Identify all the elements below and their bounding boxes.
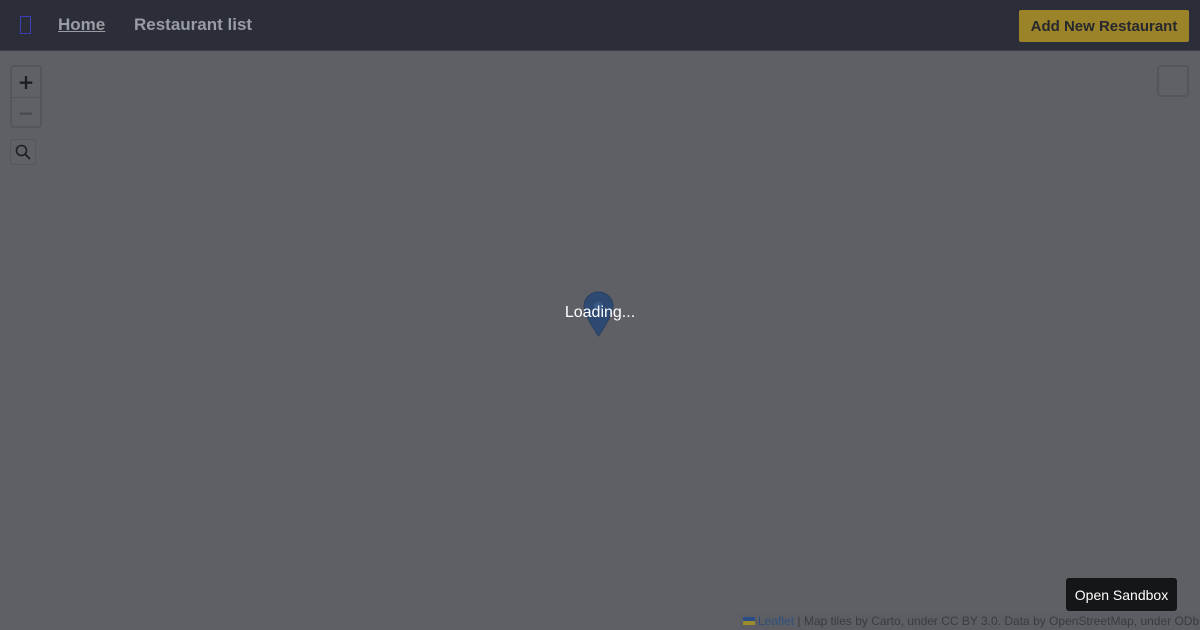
leaflet-link[interactable]: Leaflet	[758, 614, 794, 628]
nav-link-home[interactable]: Home	[58, 15, 105, 35]
loading-text: Loading...	[564, 304, 636, 321]
open-sandbox-button[interactable]: Open Sandbox	[1066, 578, 1177, 611]
top-navigation-bar: Home Restaurant list Add New Restaurant	[0, 0, 1200, 51]
nav-link-restaurant-list[interactable]: Restaurant list	[134, 15, 252, 35]
map-attribution: Leaflet | Map tiles by Carto, under CC B…	[739, 612, 1200, 630]
map-container[interactable]: + − Loading... Open Sandbox Leaflet | Ma…	[0, 51, 1200, 630]
search-icon	[15, 144, 31, 160]
zoom-out-button[interactable]: −	[12, 98, 40, 126]
ukraine-flag-icon	[743, 616, 755, 625]
bookmark-icon[interactable]	[20, 16, 31, 34]
add-new-restaurant-button[interactable]: Add New Restaurant	[1019, 10, 1189, 42]
zoom-control: + −	[10, 65, 42, 128]
attribution-text: Map tiles by Carto, under CC BY 3.0. Dat…	[803, 614, 1200, 628]
layers-control-button[interactable]	[1157, 65, 1189, 97]
attribution-separator: |	[797, 614, 801, 628]
zoom-in-button[interactable]: +	[12, 67, 40, 98]
map-search-button[interactable]	[10, 139, 36, 165]
